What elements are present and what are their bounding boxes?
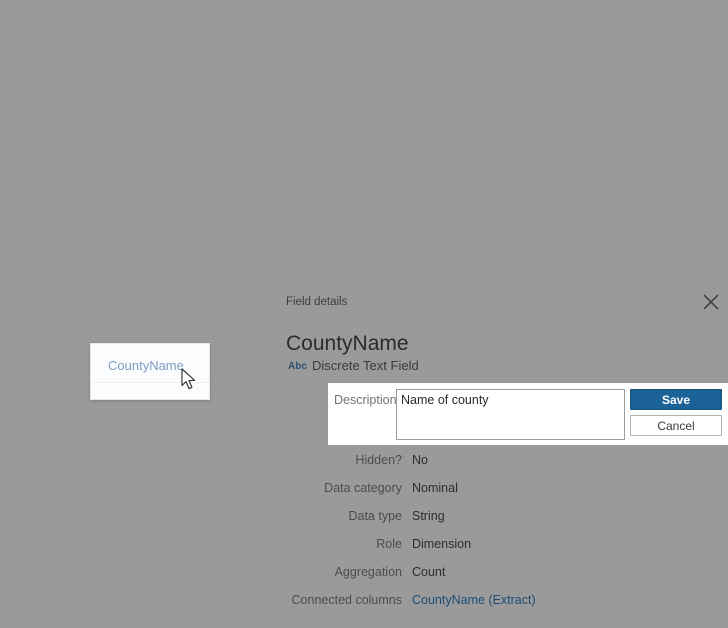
field-name-link[interactable]: MapID	[107, 563, 271, 578]
property-key: Aggregation	[334, 565, 402, 579]
field-type-icon: Abc	[54, 443, 74, 455]
published-by-label: Published by Flow	[399, 46, 501, 60]
property-value: String	[412, 509, 445, 523]
property-value: No	[412, 453, 428, 467]
row-checkbox[interactable]	[15, 529, 28, 542]
field-name-link[interactable]: Number of Farms with Ame	[107, 602, 271, 617]
field-type-icon: #	[54, 483, 62, 498]
field-type-icon: #	[54, 273, 62, 288]
field-name-link[interactable]: CountyName	[108, 358, 184, 373]
tab-count: 1	[370, 174, 377, 186]
property-key: Connected columns	[291, 593, 402, 607]
datasource-description: county name with all variables in column…	[76, 80, 306, 94]
column-header-name[interactable]: ↑ Name	[96, 238, 136, 250]
published-flow-link[interactable]: Agriculture Week	[489, 46, 592, 60]
owner-label: Owner	[76, 46, 113, 60]
column-header-name-label: Name	[104, 238, 137, 250]
info-icon[interactable]	[256, 12, 278, 34]
property-value: Nominal	[412, 481, 458, 495]
abc-type-icon: Abc	[288, 361, 307, 372]
save-button-label: Save	[661, 392, 691, 407]
row-checkbox[interactable]	[15, 319, 28, 332]
detail-property-data-type: Data type String	[270, 509, 728, 527]
page-content: Agriculture Owner Jane Johnson Unencrypt…	[0, 0, 728, 628]
field-details-title: Field details	[286, 296, 348, 308]
row-checkbox[interactable]	[15, 277, 28, 290]
field-type-icon: Abc	[54, 565, 74, 577]
field-name-link[interactable]: Category	[107, 315, 271, 330]
row-checkbox[interactable]	[15, 487, 28, 500]
field-type-icon: #	[54, 602, 62, 617]
property-value: Count	[412, 565, 446, 579]
close-icon[interactable]	[702, 293, 720, 311]
new-button-label: New	[27, 126, 52, 141]
property-key: Data type	[348, 509, 402, 523]
property-value: Dimension	[412, 537, 472, 551]
chevron-down-icon	[58, 131, 66, 136]
detail-property-data-category: Data category Nominal	[270, 481, 728, 499]
row-checkbox[interactable]	[15, 606, 28, 619]
tab-label: Ask Data	[6, 172, 61, 187]
tableau-datasource-lineage-screen: Agriculture Owner Jane Johnson Unencrypt…	[0, 0, 728, 628]
tab-connected-workbooks[interactable]: Connected Workbooks 1	[228, 172, 376, 187]
new-button[interactable]: New	[10, 122, 84, 145]
page-title: Agriculture	[76, 2, 208, 32]
tab-connections[interactable]: Connections 1	[96, 172, 183, 187]
detail-property-connected-columns: Connected columns CountyName (Extract)	[270, 593, 728, 611]
row-checkbox[interactable]	[15, 445, 28, 458]
field-type-icon: Abc	[54, 359, 74, 371]
cancel-button-label: Cancel	[657, 418, 695, 433]
field-type-icon: Abc	[54, 317, 74, 329]
warning-accent-bar	[616, 44, 619, 62]
property-key: Data category	[324, 481, 402, 495]
sort-ascending-icon: ↑	[96, 238, 102, 250]
owner-name: Jane Johnson	[119, 46, 197, 60]
tab-ask-data[interactable]: Ask Data	[6, 172, 61, 187]
tab-label: Connections	[96, 172, 172, 187]
data-quality-warning-text[interactable]: 3 data quality w	[648, 46, 728, 60]
tab-bar: Ask Data Connections 1 Connected Workbook…	[0, 172, 728, 198]
field-details-name: CountyName	[286, 332, 409, 355]
save-button[interactable]: Save	[630, 389, 722, 410]
field-details-panel: Field details CountyName Abc Discrete Te…	[270, 290, 728, 628]
extract-chevron-down-icon[interactable]	[362, 50, 372, 55]
tab-label: Connected Workbooks	[228, 172, 365, 187]
detail-property-hidden: Hidden? No	[270, 453, 728, 471]
column-header-type[interactable]: Type	[50, 238, 75, 250]
more-options-icon[interactable]	[288, 14, 310, 36]
field-type-description: Discrete Text Field	[312, 358, 419, 373]
tab-count: 1	[177, 174, 183, 186]
connected-column-link[interactable]: CountyName (Extract)	[412, 593, 536, 607]
row-checkbox[interactable]	[15, 361, 28, 374]
fields-heading: Fields (31)	[8, 205, 70, 220]
description-editor-popover: Description Save Cancel	[328, 383, 728, 445]
description-input[interactable]	[396, 389, 625, 440]
field-name-link[interactable]: Hired Farm Workers Working	[107, 525, 271, 540]
field-name-link[interactable]: Hired Farm Workers Working	[107, 483, 271, 498]
tab-label: Lineage	[424, 172, 476, 187]
database-icon	[24, 11, 52, 48]
mouse-cursor-icon	[181, 368, 196, 390]
field-name-link[interactable]: FIPSTEXT	[107, 441, 271, 456]
property-key: Role	[376, 537, 402, 551]
cancel-button[interactable]: Cancel	[630, 415, 722, 436]
warning-triangle-icon	[626, 46, 641, 60]
row-checkbox[interactable]	[15, 567, 28, 580]
field-name-link[interactable]: Entity	[107, 399, 271, 414]
row-checkbox[interactable]	[15, 403, 28, 416]
detail-property-role: Role Dimension	[270, 537, 728, 555]
field-type-icon: Abc	[54, 401, 74, 413]
detail-property-aggregation: Aggregation Count	[270, 565, 728, 583]
extract-type-link[interactable]: Unencrypted Extract	[237, 46, 359, 60]
star-icon[interactable]	[224, 12, 246, 34]
field-name-link[interactable]: Average Age of Principal Farm Operators:…	[107, 273, 387, 288]
description-label: Description	[334, 393, 397, 407]
property-key: Hidden?	[355, 453, 402, 467]
tab-lineage[interactable]: Lineage	[415, 172, 484, 194]
field-type-icon: #	[54, 525, 62, 540]
